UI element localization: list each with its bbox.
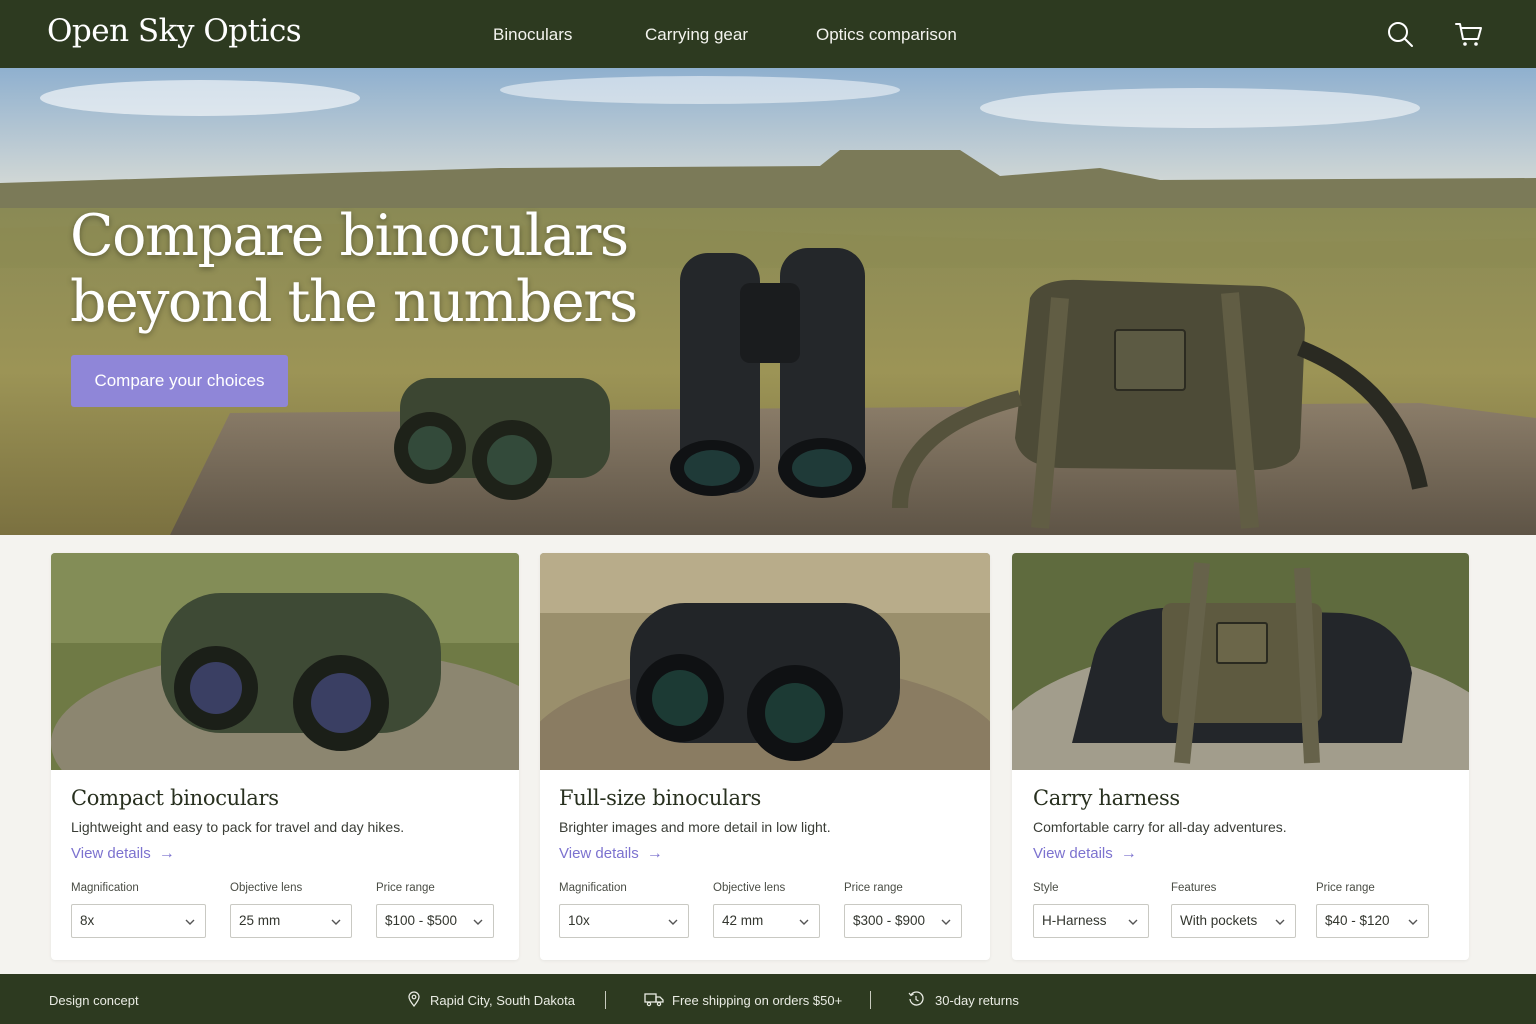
chevron-down-icon <box>799 919 809 925</box>
fullsize-binoculars-image[interactable] <box>540 553 990 770</box>
chevron-down-icon <box>941 919 951 925</box>
objective-lens-select[interactable]: 42 mm <box>713 904 820 938</box>
chevron-down-icon <box>1275 919 1285 925</box>
objective-lens-select[interactable]: 25 mm <box>230 904 352 938</box>
product-card-harness: Carry harness Comfortable carry for all-… <box>1012 553 1469 960</box>
nav-binoculars[interactable]: Binoculars <box>493 25 572 45</box>
filter-label-price-range: Price range <box>844 882 903 894</box>
chevron-down-icon <box>473 919 483 925</box>
compare-choices-button[interactable]: Compare your choices <box>71 355 288 407</box>
top-navigation-bar: Open Sky Optics Binoculars Carrying gear… <box>0 0 1536 68</box>
hero-title: Compare binoculars beyond the numbers <box>70 203 670 335</box>
chevron-down-icon <box>1408 919 1418 925</box>
footer-divider <box>870 991 871 1009</box>
arrow-right-icon: → <box>1120 845 1137 862</box>
chevron-down-icon <box>185 919 195 925</box>
product-card-compact: Compact binoculars Lightweight and easy … <box>51 553 519 960</box>
features-select[interactable]: With pockets <box>1171 904 1296 938</box>
card-title: Carry harness <box>1033 786 1180 810</box>
card-description: Lightweight and easy to pack for travel … <box>71 819 405 835</box>
select-value: $300 - $900 <box>853 913 926 928</box>
card-description: Comfortable carry for all-day adventures… <box>1033 819 1287 835</box>
filter-label-magnification: Magnification <box>559 882 627 894</box>
hero-banner: Compare binoculars beyond the numbers Co… <box>0 68 1536 535</box>
truck-icon <box>644 993 664 1007</box>
magnification-select[interactable]: 8x <box>71 904 206 938</box>
footer-divider <box>605 991 606 1009</box>
nav-carrying-gear[interactable]: Carrying gear <box>645 25 748 45</box>
location-text: Rapid City, South Dakota <box>430 993 575 1008</box>
filter-label-objective-lens: Objective lens <box>230 882 303 894</box>
chevron-down-icon <box>668 919 678 925</box>
search-icon[interactable] <box>1384 18 1416 50</box>
select-value: With pockets <box>1180 913 1258 928</box>
filter-label-price-range: Price range <box>1316 882 1375 894</box>
magnification-select[interactable]: 10x <box>559 904 689 938</box>
select-value: 10x <box>568 913 590 928</box>
filter-label-style: Style <box>1033 882 1059 894</box>
price-range-select[interactable]: $100 - $500 <box>376 904 494 938</box>
location-pin-icon <box>408 991 420 1007</box>
chevron-down-icon <box>1128 919 1138 925</box>
filter-label-objective-lens: Objective lens <box>713 882 786 894</box>
view-details-link[interactable]: View details → <box>1033 845 1137 863</box>
select-value: 8x <box>80 913 95 928</box>
cart-icon[interactable] <box>1453 18 1485 50</box>
view-details-link[interactable]: View details → <box>559 845 663 863</box>
design-concept-label: Design concept <box>49 993 139 1008</box>
shipping-text: Free shipping on orders $50+ <box>672 993 843 1008</box>
arrow-right-icon: → <box>158 845 175 862</box>
select-value: H-Harness <box>1042 913 1107 928</box>
price-range-select[interactable]: $300 - $900 <box>844 904 962 938</box>
chevron-down-icon <box>331 919 341 925</box>
returns-text: 30-day returns <box>935 993 1019 1008</box>
returns-clock-icon <box>908 991 924 1006</box>
card-title: Compact binoculars <box>71 786 279 810</box>
view-details-label: View details <box>1033 845 1113 862</box>
select-value: $100 - $500 <box>385 913 458 928</box>
filter-label-magnification: Magnification <box>71 882 139 894</box>
select-value: $40 - $120 <box>1325 913 1390 928</box>
compact-binoculars-image[interactable] <box>51 553 519 770</box>
card-title: Full-size binoculars <box>559 786 761 810</box>
filter-label-features: Features <box>1171 882 1217 894</box>
brand-logo[interactable]: Open Sky Optics <box>47 13 302 49</box>
select-value: 25 mm <box>239 913 281 928</box>
view-details-label: View details <box>71 845 151 862</box>
carry-harness-image[interactable] <box>1012 553 1469 770</box>
view-details-label: View details <box>559 845 639 862</box>
select-value: 42 mm <box>722 913 764 928</box>
arrow-right-icon: → <box>646 845 663 862</box>
hero-title-line-2: beyond the numbers <box>70 269 638 335</box>
card-description: Brighter images and more detail in low l… <box>559 819 831 835</box>
price-range-select[interactable]: $40 - $120 <box>1316 904 1429 938</box>
product-card-fullsize: Full-size binoculars Brighter images and… <box>540 553 990 960</box>
hero-title-line-1: Compare binoculars <box>70 203 629 269</box>
style-select[interactable]: H-Harness <box>1033 904 1149 938</box>
nav-optics-comparison[interactable]: Optics comparison <box>816 25 957 45</box>
view-details-link[interactable]: View details → <box>71 845 175 863</box>
footer-bar: Design concept Rapid City, South Dakota … <box>0 974 1536 1024</box>
filter-label-price-range: Price range <box>376 882 435 894</box>
